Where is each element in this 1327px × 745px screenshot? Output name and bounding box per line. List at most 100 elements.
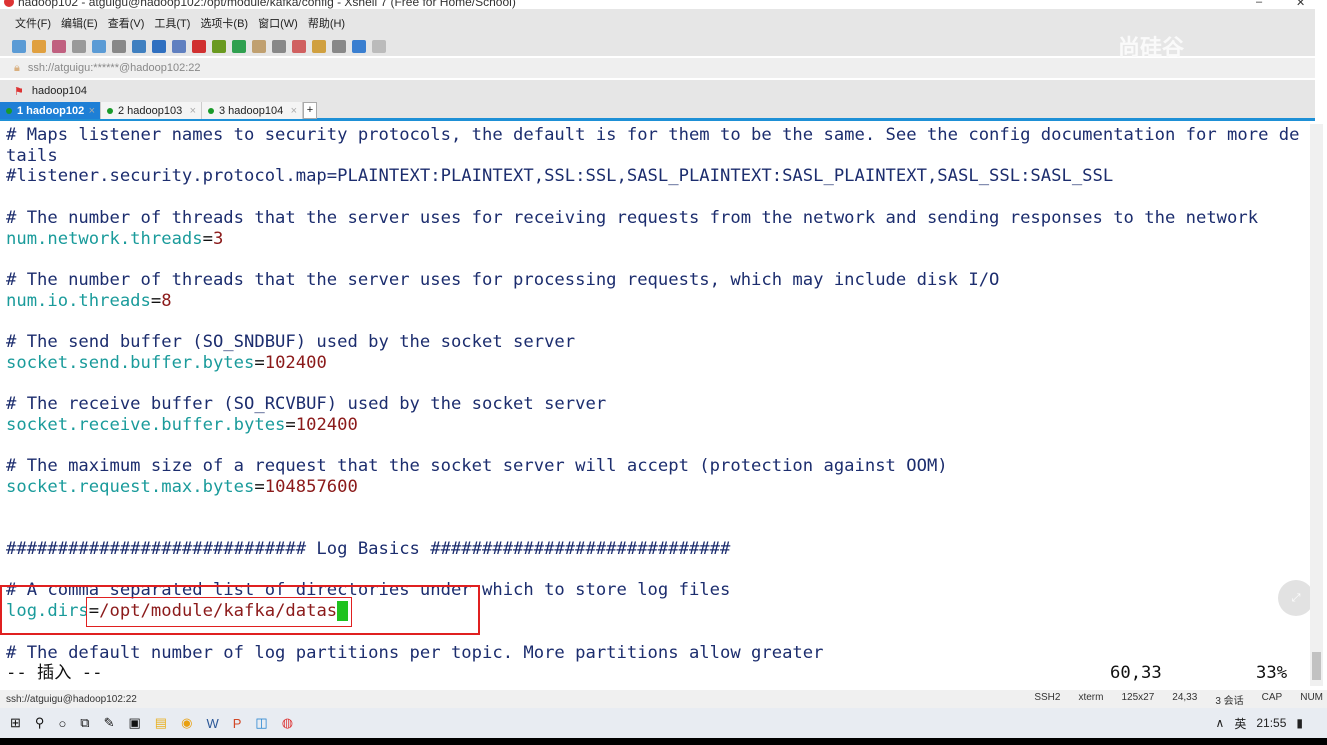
tab-close-icon[interactable]: × (89, 105, 95, 117)
lock-icon: 🔒︎ (14, 61, 20, 74)
tab-2[interactable]: 2 hadoop103 × (101, 102, 202, 119)
status-dot-icon (107, 107, 113, 114)
terminal-text: 104857600 (264, 476, 358, 497)
menu-item[interactable]: 帮助(H) (308, 15, 345, 31)
tab-1[interactable]: 1 hadoop102 × (0, 102, 101, 119)
terminal-text: socket.request.max.bytes (6, 476, 255, 497)
terminal-line: socket.send.buffer.bytes=102400 (6, 353, 1310, 374)
explorer-icon[interactable]: ▤ (155, 715, 167, 731)
terminal-text: #listener.security.protocol.map=PLAINTEX… (6, 166, 1114, 187)
word-icon[interactable]: W (206, 716, 218, 731)
toolbar-button-icon[interactable] (92, 39, 106, 53)
xshell-icon[interactable]: ◍ (282, 715, 293, 731)
terminal-line: # The receive buffer (SO_RCVBUF) used by… (6, 394, 1310, 415)
cursor-position: 60,33 (1110, 663, 1162, 684)
menu-item[interactable]: 编辑(E) (61, 15, 98, 31)
terminal-text: # The maximum size of a request that the… (6, 456, 948, 477)
terminal-text: = (150, 290, 162, 311)
terminal-text: # The number of threads that the server … (6, 207, 1259, 228)
title-bar: hadoop102 - atguigu@hadoop102:/opt/modul… (0, 0, 1327, 9)
terminal-text: = (254, 476, 265, 497)
status-item: xterm (1078, 691, 1104, 703)
toolbar-button-icon[interactable] (132, 39, 146, 53)
session-hadoop104[interactable]: hadoop104 (32, 85, 87, 97)
terminal-text: tails (6, 145, 58, 166)
menu-item[interactable]: 查看(V) (108, 15, 145, 31)
status-item: NUM (1300, 691, 1323, 703)
terminal-text: socket.send.buffer.bytes (6, 352, 255, 373)
tab-close-icon[interactable]: × (291, 105, 297, 117)
minimize-button[interactable]: – (1256, 0, 1262, 8)
toolbar-button-icon[interactable] (372, 39, 386, 53)
terminal-text: socket.receive.buffer.bytes (6, 414, 286, 435)
toolbar-button-icon[interactable] (112, 39, 126, 53)
tab-bar: 1 hadoop102 × 2 hadoop103 × 3 hadoop104 × + (0, 102, 1315, 121)
add-tab-button[interactable]: + (303, 102, 317, 119)
vim-status-line: -- 插入 -- 60,33 33% (6, 663, 1310, 684)
toolbar-button-icon[interactable] (232, 39, 246, 53)
status-dot-icon (208, 107, 214, 114)
menu-item[interactable]: 工具(T) (154, 15, 190, 31)
highlight-box-inner (86, 597, 352, 627)
tab-label: 3 hadoop104 (219, 104, 284, 117)
toolbar-button-icon[interactable] (252, 39, 266, 53)
screen-border (0, 738, 1327, 745)
toolbar-button-icon[interactable] (352, 39, 366, 53)
ime-indicator[interactable]: 英 (1234, 715, 1246, 732)
vim-mode: -- 插入 -- (6, 663, 103, 684)
notification-icon[interactable]: ▮ (1296, 716, 1303, 730)
chrome-icon[interactable]: ◉ (181, 715, 192, 731)
scrollbar-thumb[interactable] (1312, 652, 1321, 680)
start-icon[interactable]: ⊞ (10, 715, 21, 731)
app2-icon[interactable]: ▣ (129, 715, 141, 731)
scroll-percent: 33% (1256, 663, 1288, 684)
app1-icon[interactable]: ✎ (104, 715, 115, 731)
menu-item[interactable]: 选项卡(B) (200, 15, 248, 31)
tab-3[interactable]: 3 hadoop104 × (202, 102, 303, 119)
tab-close-icon[interactable]: × (190, 105, 196, 117)
address-bar[interactable]: 🔒︎ ssh://atguigu:******@hadoop102:22 (0, 58, 1315, 78)
powerpoint-icon[interactable]: P (233, 716, 242, 731)
address-text: ssh://atguigu:******@hadoop102:22 (27, 62, 201, 74)
toolbar-button-icon[interactable] (272, 39, 286, 53)
toolbar-button-icon[interactable] (152, 39, 166, 53)
terminal-text: num.network.threads (6, 228, 203, 249)
taskbar: ⊞ ⚲ ○ ⧉ ✎ ▣ ▤ ◉ W P ◫ ◍ ∧ 英 21:55 ▮ (0, 708, 1327, 738)
status-item: 3 会话 (1215, 695, 1244, 707)
search-icon[interactable]: ⚲ (35, 715, 45, 731)
terminal-line: #listener.security.protocol.map=PLAINTEX… (6, 166, 1310, 187)
toolbar-button-icon[interactable] (292, 39, 306, 53)
toolbar-button-icon[interactable] (172, 39, 186, 53)
virtualbox-icon[interactable]: ◫ (255, 715, 267, 731)
terminal-line: socket.receive.buffer.bytes=102400 (6, 415, 1310, 436)
floating-button[interactable]: ⤢ (1278, 580, 1314, 616)
terminal-text: ############################# Log Basics… (6, 539, 731, 560)
tray-chevron-icon[interactable]: ∧ (1216, 716, 1225, 730)
terminal-line: num.network.threads=3 (6, 229, 1310, 250)
menu-item[interactable]: 窗口(W) (258, 15, 298, 31)
menu-item[interactable]: 文件(F) (15, 15, 51, 31)
terminal-line: # The number of threads that the server … (6, 270, 1310, 291)
toolbar-button-icon[interactable] (212, 39, 226, 53)
toolbar-button-icon[interactable] (32, 39, 46, 53)
toolbar-button-icon[interactable] (192, 39, 206, 53)
terminal-text: = (202, 228, 213, 249)
toolbar-button-icon[interactable] (52, 39, 66, 53)
close-button[interactable]: ✕ (1296, 0, 1305, 9)
toolbar-button-icon[interactable] (332, 39, 346, 53)
toolbar-button-icon[interactable] (72, 39, 86, 53)
cortana-icon[interactable]: ○ (58, 716, 66, 731)
terminal-line: # The default number of log partitions p… (6, 643, 1310, 664)
scrollbar[interactable] (1310, 124, 1323, 686)
toolbar-button-icon[interactable] (12, 39, 26, 53)
taskview-icon[interactable]: ⧉ (80, 715, 89, 731)
toolbar-button-icon[interactable] (312, 39, 326, 53)
status-dot-icon (6, 107, 12, 114)
clock[interactable]: 21:55 (1256, 716, 1286, 730)
